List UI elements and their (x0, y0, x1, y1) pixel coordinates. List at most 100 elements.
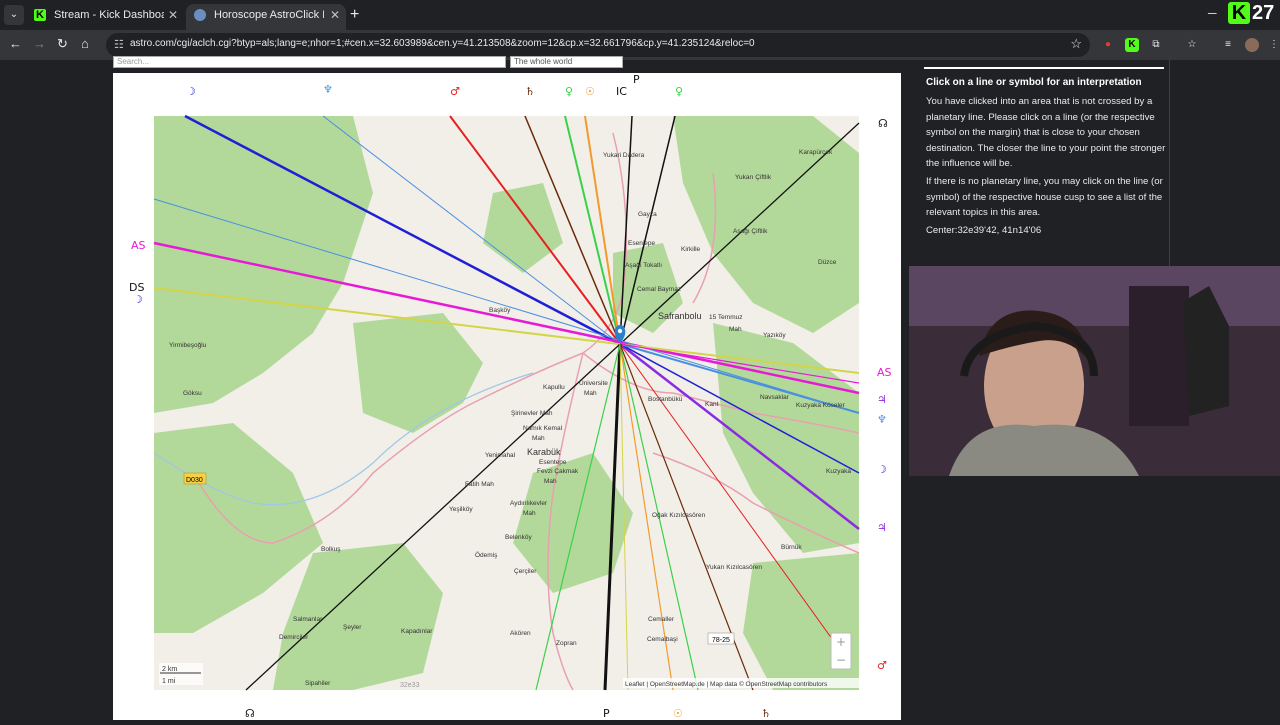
pluto-symbol-icon[interactable]: P (633, 73, 640, 86)
media-control-icon[interactable]: ≡ (1221, 38, 1235, 52)
zoom-out-button[interactable]: − (836, 653, 846, 667)
place-label: Namık Kemal (523, 425, 563, 432)
mars-symbol-icon[interactable]: ♂ (877, 659, 887, 672)
saturn-symbol-icon[interactable]: ♄ (761, 707, 771, 720)
as-symbol-icon[interactable]: AS (131, 239, 146, 252)
place-label: Belenköy (505, 534, 532, 541)
place-label: Yukarı Çiftlik (735, 174, 772, 181)
place-label: Fevzi Çakmak (537, 468, 579, 475)
place-label: Başköy (489, 307, 511, 314)
place-label: Demirciler (279, 634, 309, 641)
tab-title: Horoscope AstroClick Local Space (214, 9, 324, 21)
place-label: Düzce (818, 259, 837, 266)
region-select[interactable]: The whole world (510, 56, 623, 68)
jupiter-symbol-icon[interactable]: ♃ (877, 393, 887, 406)
map-attribution[interactable]: Leaflet | OpenStreetMap.de | Map data © … (625, 680, 828, 688)
mars-symbol-icon[interactable]: ♂ (450, 85, 460, 98)
extensions-puzzle-icon[interactable]: ⧉ (1149, 38, 1163, 52)
tab-astroclick[interactable]: Horoscope AstroClick Local Space ✕ (186, 4, 346, 30)
back-icon[interactable]: ← (9, 36, 22, 51)
ic-symbol-icon[interactable]: IC (616, 85, 627, 98)
site-info-icon[interactable]: ☷ (114, 38, 124, 51)
panel-heading: Click on a line or symbol for an interpr… (926, 77, 1142, 88)
kick-extension-icon[interactable]: K (1125, 38, 1139, 52)
zoom-controls[interactable]: + − (830, 632, 852, 670)
place-label: Ödemiş (475, 551, 498, 559)
place-label: Aydınlıkevler (510, 500, 548, 507)
tab-kick-dashboard[interactable]: Stream - Kick Dashboard ✕ (26, 4, 184, 30)
menu-icon[interactable]: ⋮ (1267, 38, 1280, 52)
sun-symbol-icon[interactable]: ☉ (673, 707, 683, 720)
place-label: Üniversite (579, 379, 608, 387)
place-label: Fatih Mah (465, 481, 494, 488)
home-icon[interactable]: ⌂ (81, 36, 89, 51)
place-label: Yukarı Kızılcasören (706, 564, 762, 571)
place-label: Aşağı Tokatlı (625, 262, 662, 269)
svg-text:1 mi: 1 mi (162, 678, 176, 685)
map-canvas[interactable]: ☽ ♆ ♂ ♄ ♀ ☉ IC P ♀ ☊ ☽ AS DS AS ♃ ♆ ☽ ♃ ♂ ☊ P ☉ ♄ Yukari Dader… (113, 73, 901, 720)
place-label: Kapullu (543, 384, 565, 391)
place-label: Bostanbükü (648, 396, 683, 403)
reload-icon[interactable]: ↻ (57, 36, 68, 52)
moon-symbol-icon[interactable]: ☽ (133, 293, 143, 306)
node-symbol-icon[interactable]: ☊ (878, 117, 888, 130)
neptune-symbol-icon[interactable]: ♆ (323, 83, 333, 96)
place-label: Kirkille (681, 246, 701, 253)
ds-symbol-icon[interactable]: DS (129, 281, 144, 294)
forward-icon[interactable]: → (33, 36, 46, 51)
place-label: Kuzyaka (826, 468, 851, 475)
bookmark-star-icon[interactable]: ☆ (1070, 36, 1082, 52)
moon-symbol-icon[interactable]: ☽ (186, 85, 196, 98)
venus-symbol-icon[interactable]: ♀ (565, 85, 573, 98)
venus-symbol-icon[interactable]: ♀ (675, 85, 683, 98)
url-text[interactable]: astro.com/cgi/aclch.cgi?btyp=als;lang=e;… (130, 38, 755, 49)
neptune-symbol-icon[interactable]: ♆ (877, 413, 887, 426)
saturn-symbol-icon[interactable]: ♄ (525, 85, 535, 98)
bookmarks-icon[interactable]: ☆ (1185, 38, 1199, 52)
jupiter-symbol-icon[interactable]: ♃ (877, 521, 887, 534)
place-label: Kapadınlar (401, 628, 433, 635)
place-label: Cemal Baymaz (637, 286, 681, 293)
place-label: Yazıköy (763, 332, 786, 339)
viewer-count: 27 (1252, 2, 1275, 24)
place-label: Yenimahal (485, 452, 516, 459)
place-label: Göksu (183, 390, 202, 397)
kick-icon (34, 4, 46, 26)
tab-search-button[interactable]: ⌄ (4, 5, 24, 25)
place-label: Kuzyaka Köseler (796, 402, 846, 409)
road-label: 78-25 (712, 637, 730, 644)
tab-title: Stream - Kick Dashboard (54, 9, 164, 21)
new-tab-button[interactable]: + (350, 6, 359, 24)
as-symbol-icon[interactable]: AS (877, 366, 892, 379)
place-label: Çerçiler (514, 568, 537, 575)
place-label: Kant (705, 401, 719, 408)
place-label: 15 Temmuz (709, 314, 742, 321)
place-label: Şirinevler Mah (511, 410, 553, 417)
place-label: Eseniepe (628, 240, 655, 247)
place-search-input[interactable]: Search... (113, 56, 506, 68)
panel-text-house-cusp: If there is no planetary line, you may c… (926, 176, 1163, 218)
node-symbol-icon[interactable]: ☊ (245, 707, 255, 720)
place-label: Bürnük (781, 544, 802, 551)
place-label: Safranbolu (658, 311, 702, 321)
page-content: Search... The whole world ☽ ♆ ♂ ♄ ♀ ☉ IC… (0, 56, 1280, 720)
place-label: Mah (523, 510, 536, 517)
sun-symbol-icon[interactable]: ☉ (585, 85, 595, 98)
pluto-symbol-icon[interactable]: P (603, 707, 610, 720)
close-icon[interactable]: ✕ (168, 4, 178, 26)
place-label: Navsaklar (760, 394, 790, 401)
profile-avatar[interactable] (1245, 38, 1259, 52)
place-label: Karapürçek (799, 149, 833, 156)
extension-red-icon[interactable]: ● (1101, 38, 1115, 52)
astro-map[interactable]: ☽ ♆ ♂ ♄ ♀ ☉ IC P ♀ ☊ ☽ AS DS AS ♃ ♆ ☽ ♃ ♂ ☊ P ☉ ♄ Yukari Dader… (113, 73, 901, 720)
place-label: Mah (544, 478, 557, 485)
address-bar[interactable]: ☷ astro.com/cgi/aclch.cgi?btyp=als;lang=… (106, 33, 1090, 57)
moon-symbol-icon[interactable]: ☽ (877, 463, 887, 476)
minimize-icon[interactable]: ─ (1208, 6, 1217, 20)
map-scale: 2 km 1 mi (159, 663, 203, 685)
webcam-overlay (909, 266, 1280, 476)
zoom-in-button[interactable]: + (836, 635, 846, 649)
place-label: Şeyler (343, 624, 362, 631)
close-icon[interactable]: ✕ (330, 4, 340, 26)
place-label: Zopran (556, 640, 577, 647)
